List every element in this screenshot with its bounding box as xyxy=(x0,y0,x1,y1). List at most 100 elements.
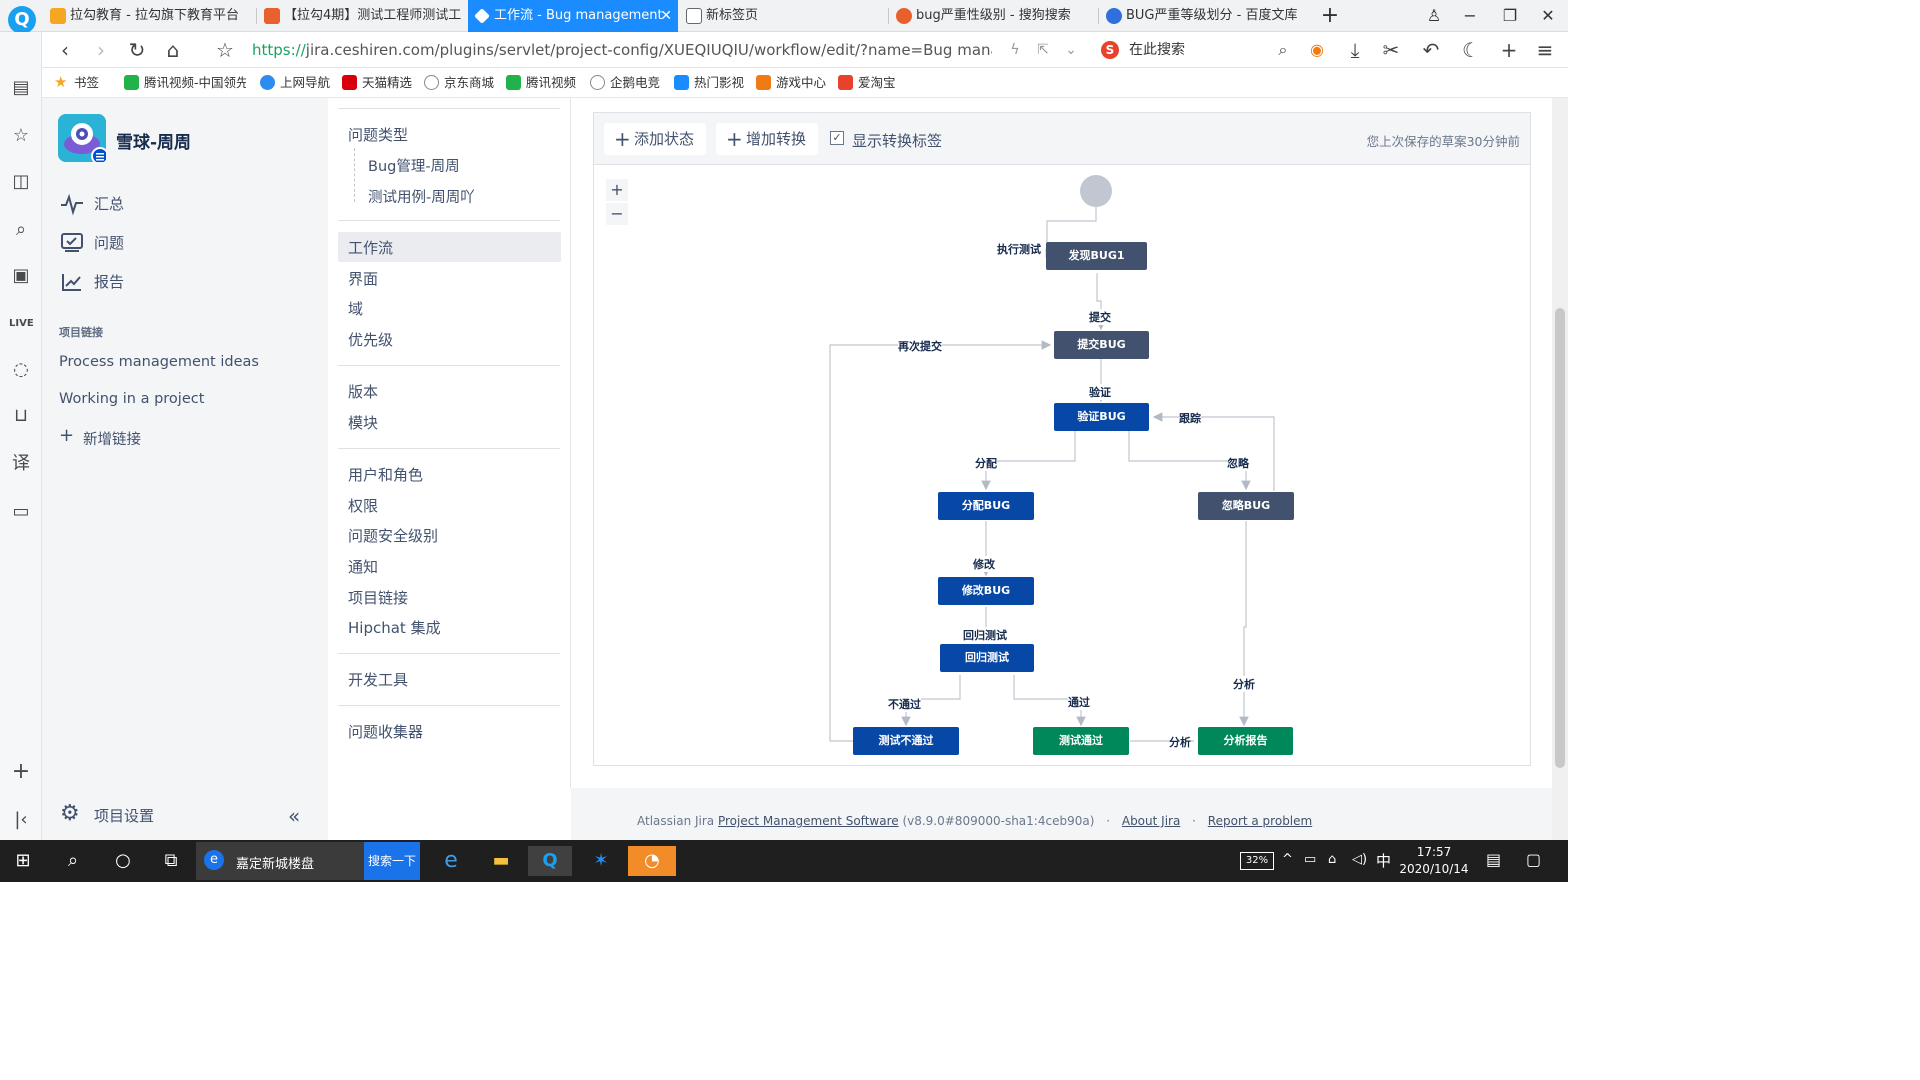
bookmark-item[interactable]: 上网导航 xyxy=(260,74,330,92)
menu-fields[interactable]: 域 xyxy=(348,298,363,319)
browser-tab[interactable]: 拉勾教育 - 拉勾旗下教育平台 xyxy=(44,0,254,32)
menu-users-roles[interactable]: 用户和角色 xyxy=(348,464,423,485)
project-management-link[interactable]: Project Management Software xyxy=(718,814,899,828)
book-icon[interactable]: ◫ xyxy=(9,170,33,194)
minimize-icon[interactable]: − xyxy=(1452,0,1488,32)
system-clock[interactable]: 17:57 2020/10/14 xyxy=(1398,844,1470,878)
add-icon[interactable]: + xyxy=(1496,38,1522,62)
network-icon[interactable]: ⌂ xyxy=(1328,852,1336,867)
transition-label[interactable]: 分配 xyxy=(975,455,997,471)
status-fix-bug[interactable]: 修改BUG xyxy=(938,577,1034,605)
bookmark-item[interactable]: 腾讯视频-中国领先 xyxy=(124,74,246,92)
news-icon[interactable]: ▤ xyxy=(9,76,33,100)
transition-label[interactable]: 提交 xyxy=(1089,309,1111,325)
app-star-icon[interactable]: ✶ xyxy=(586,846,616,876)
transition-label[interactable]: 分析 xyxy=(1233,676,1255,692)
file-explorer-icon[interactable]: ▬ xyxy=(486,846,516,876)
add-link-button[interactable]: + 新增链接 xyxy=(59,425,141,449)
browser-tab-active[interactable]: 工作流 - Bug management ✕ xyxy=(468,0,678,32)
search-icon[interactable]: ⌕ xyxy=(58,846,88,876)
transition-label[interactable]: 跟踪 xyxy=(1179,410,1201,426)
search-icon[interactable]: ⌕ xyxy=(1270,38,1296,62)
menu-icon[interactable]: ≡ xyxy=(1532,38,1558,62)
notification-center-icon[interactable]: ▢ xyxy=(1526,850,1541,869)
browser-tab[interactable]: 新标签页 xyxy=(680,0,886,32)
battery-icon[interactable]: ▭ xyxy=(1304,852,1316,867)
transition-label[interactable]: 验证 xyxy=(1089,384,1111,400)
share-icon[interactable]: ⇱ xyxy=(1030,38,1056,62)
project-settings-button[interactable]: ⚙ 项目设置 xyxy=(60,802,154,828)
transition-label[interactable]: 忽略 xyxy=(1227,455,1249,471)
taskbar-search-button[interactable]: 搜索一下 xyxy=(364,842,420,880)
transition-label[interactable]: 执行测试 xyxy=(997,241,1041,257)
menu-screens[interactable]: 界面 xyxy=(348,268,378,289)
favorites-star-icon[interactable]: ☆ xyxy=(9,124,33,148)
status-submit-bug[interactable]: 提交BUG xyxy=(1054,331,1149,359)
chat-icon[interactable]: ◌ xyxy=(9,358,33,382)
taskbar-search-box[interactable]: e 嘉定新城楼盘 搜索一下 xyxy=(196,842,420,880)
menu-issue-types[interactable]: 问题类型 xyxy=(348,124,408,145)
status-regression-test[interactable]: 回归测试 xyxy=(940,644,1034,672)
bookmark-item[interactable]: 京东商城 xyxy=(424,74,494,92)
transition-label[interactable]: 分析 xyxy=(1169,734,1191,750)
url-field[interactable]: https://jira.ceshiren.com/plugins/servle… xyxy=(252,41,992,59)
browser-search-input[interactable]: S 在此搜索 xyxy=(1097,39,1297,61)
battery-indicator[interactable]: 32% xyxy=(1240,852,1274,870)
bookmark-star-icon[interactable]: ☆ xyxy=(212,38,238,62)
browser-tab[interactable]: 【拉勾4期】测试工程师测试工 xyxy=(258,0,466,32)
scrollbar-thumb[interactable] xyxy=(1555,308,1565,768)
task-view-icon[interactable]: ⧉ xyxy=(156,846,186,876)
menu-components[interactable]: 模块 xyxy=(348,412,378,433)
video-icon[interactable]: ▣ xyxy=(9,264,33,288)
transition-label[interactable]: 回归测试 xyxy=(963,627,1007,643)
back-icon[interactable]: ‹ xyxy=(52,38,78,62)
bookmark-item[interactable]: 企鹅电竞 xyxy=(590,74,660,92)
transition-label[interactable]: 修改 xyxy=(973,556,995,572)
bookmark-item[interactable]: 爱淘宝 xyxy=(838,74,896,92)
transition-label[interactable]: 再次提交 xyxy=(898,338,942,354)
menu-notifications[interactable]: 通知 xyxy=(348,556,378,577)
project-link-item[interactable]: Process management ideas xyxy=(59,354,259,370)
translate-icon[interactable]: 译 xyxy=(9,452,33,476)
bookmark-item[interactable]: ★ 书签 xyxy=(54,74,99,92)
night-mode-icon[interactable]: ☾ xyxy=(1458,38,1484,62)
status-test-passed[interactable]: 测试通过 xyxy=(1033,727,1129,755)
add-icon[interactable]: + xyxy=(9,760,33,784)
nav-summary[interactable]: 汇总 xyxy=(60,192,124,216)
menu-dev-tools[interactable]: 开发工具 xyxy=(348,669,408,690)
menu-workflow[interactable]: 工作流 xyxy=(348,237,393,258)
project-link-item[interactable]: Working in a project xyxy=(59,391,204,407)
gamepad-icon[interactable]: ◉ xyxy=(1304,38,1330,62)
report-problem-link[interactable]: Report a problem xyxy=(1208,814,1312,828)
qq-browser-taskbar-icon[interactable]: Q xyxy=(528,846,572,876)
lightning-icon[interactable]: ϟ xyxy=(1002,38,1028,62)
status-test-failed[interactable]: 测试不通过 xyxy=(853,727,959,755)
menu-issue-type-item[interactable]: 测试用例-周周吖 xyxy=(368,186,475,207)
menu-versions[interactable]: 版本 xyxy=(348,381,378,402)
volume-icon[interactable]: ◁) xyxy=(1352,852,1367,867)
nav-reports[interactable]: 报告 xyxy=(60,270,124,294)
chevron-up-icon[interactable]: ^ xyxy=(1282,852,1293,867)
scissors-icon[interactable]: ✂ xyxy=(1378,38,1404,62)
restore-icon[interactable]: ❐ xyxy=(1492,0,1528,32)
initial-state-circle[interactable] xyxy=(1080,175,1112,207)
menu-issue-type-item[interactable]: Bug管理-周周 xyxy=(368,155,460,176)
bookmark-item[interactable]: 热门影视 xyxy=(674,74,744,92)
search-icon[interactable]: ⌕ xyxy=(9,218,33,242)
close-tab-icon[interactable]: ✕ xyxy=(660,0,672,32)
page-scrollbar[interactable] xyxy=(1552,98,1568,840)
menu-project-links[interactable]: 项目链接 xyxy=(348,587,408,608)
download-icon[interactable]: ⤓ xyxy=(1342,38,1368,62)
browser-tab[interactable]: BUG严重等级划分 - 百度文库 xyxy=(1100,0,1306,32)
menu-hipchat[interactable]: Hipchat 集成 xyxy=(348,617,441,638)
close-window-icon[interactable]: ✕ xyxy=(1530,0,1566,32)
menu-issue-collectors[interactable]: 问题收集器 xyxy=(348,721,423,742)
forward-icon[interactable]: › xyxy=(88,38,114,62)
collapse-rail-icon[interactable]: |‹ xyxy=(9,808,33,832)
bookmark-item[interactable]: 游戏中心 xyxy=(756,74,826,92)
ime-indicator[interactable]: 中 xyxy=(1376,850,1391,871)
shirt-skin-icon[interactable]: ♙ xyxy=(1416,0,1452,32)
reload-icon[interactable]: ↻ xyxy=(124,38,150,62)
about-jira-link[interactable]: About Jira xyxy=(1122,814,1180,828)
new-tab-plus-icon[interactable]: + xyxy=(1312,0,1348,32)
